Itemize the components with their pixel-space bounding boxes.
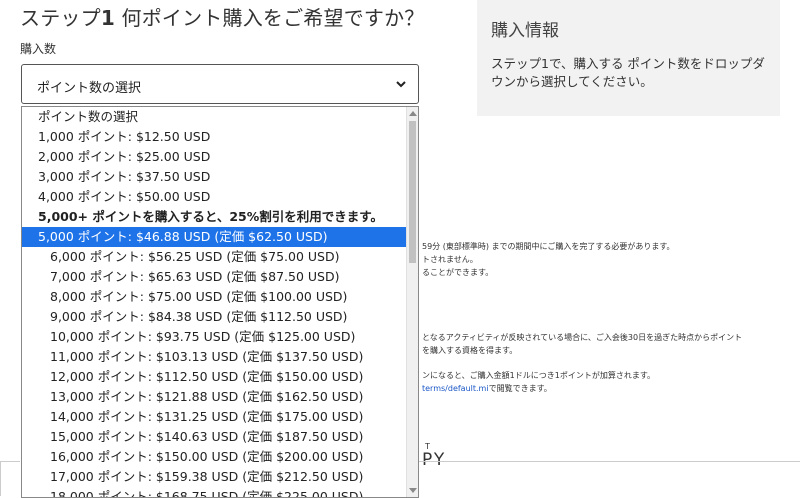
quantity-label: 購入数 (20, 42, 57, 56)
scroll-up-arrow-icon[interactable] (409, 111, 417, 116)
dropdown-option[interactable]: 18,000 ポイント: $168.75 USD (定価 $225.00 USD… (22, 487, 418, 497)
scroll-down-arrow-icon[interactable] (409, 488, 417, 493)
dropdown-option[interactable]: 3,000 ポイント: $37.50 USD (22, 167, 418, 187)
dropdown-option[interactable]: ポイント数の選択 (22, 107, 418, 127)
dropdown-option[interactable]: 14,000 ポイント: $131.25 USD (定価 $175.00 USD… (22, 407, 418, 427)
dropdown-option[interactable]: 5,000 ポイント: $46.88 USD (定価 $62.50 USD) (22, 227, 418, 247)
background-note: terms/default.miで閲覧できます。 (422, 384, 552, 393)
brand-logo-fragment: T PY (422, 442, 447, 470)
dropdown-group-header: 5,000+ ポイントを購入すると、25%割引を利用できます。 (38, 209, 384, 224)
dropdown-scrollbar[interactable] (406, 107, 418, 497)
terms-link[interactable]: terms/default.mi (422, 384, 489, 393)
background-note: ることができます。 (422, 268, 494, 277)
dropdown-option[interactable]: 4,000 ポイント: $50.00 USD (22, 187, 418, 207)
dropdown-option[interactable]: 12,000 ポイント: $112.50 USD (定価 $150.00 USD… (22, 367, 418, 387)
dropdown-option[interactable]: 7,000 ポイント: $65.63 USD (定価 $87.50 USD) (22, 267, 418, 287)
background-note: を購入する資格を得ます。 (422, 346, 518, 355)
dropdown-option[interactable]: 16,000 ポイント: $150.00 USD (定価 $200.00 USD… (22, 447, 418, 467)
dropdown-option[interactable]: 15,000 ポイント: $140.63 USD (定価 $187.50 USD… (22, 427, 418, 447)
page-title: ステップ1 何ポイント購入をご希望ですか？ (20, 6, 425, 30)
purchase-info-body: ステップ1で、購入する ポイント数をドロップダウンから選択してください。 (491, 56, 765, 89)
purchase-info-panel: 購入情報 ステップ1で、購入する ポイント数をドロップダウンから選択してください… (477, 0, 780, 116)
background-note: となるアクティビティが反映されている場合に、ご入会後30日を過ぎた時点からポイン… (422, 333, 743, 342)
points-dropdown-list[interactable]: ポイント数の選択 1,000 ポイント: $12.50 USD 2,000 ポイント… (21, 106, 419, 498)
dropdown-option[interactable]: 17,000 ポイント: $159.38 USD (定価 $212.50 USD… (22, 467, 418, 487)
divider (0, 461, 20, 462)
purchase-info-title: 購入情報 (491, 21, 559, 41)
dropdown-option[interactable]: 8,000 ポイント: $75.00 USD (定価 $100.00 USD) (22, 287, 418, 307)
dropdown-option[interactable]: 13,000 ポイント: $121.88 USD (定価 $162.50 USD… (22, 387, 418, 407)
divider (0, 461, 1, 496)
dropdown-option[interactable]: 6,000 ポイント: $56.25 USD (定価 $75.00 USD) (22, 247, 418, 267)
chevron-down-icon (396, 81, 406, 88)
dropdown-option[interactable]: 11,000 ポイント: $103.13 USD (定価 $137.50 USD… (22, 347, 418, 367)
dropdown-option[interactable]: 9,000 ポイント: $84.38 USD (定価 $112.50 USD) (22, 307, 418, 327)
scrollbar-thumb[interactable] (409, 121, 416, 263)
points-select-value: ポイント数の選択 (37, 81, 142, 96)
background-note: トされません。 (422, 255, 478, 264)
background-note: 59分 (東部標準時) までの期間中にご購入を完了する必要があります。 (422, 242, 675, 251)
points-select[interactable]: ポイント数の選択 (21, 64, 419, 104)
dropdown-option[interactable]: 1,000 ポイント: $12.50 USD (22, 127, 418, 147)
background-note: ンになると、ご購入金額1ドルにつき1ポイントが加算されます。 (422, 371, 656, 380)
dropdown-option[interactable]: 2,000 ポイント: $25.00 USD (22, 147, 418, 167)
divider (419, 461, 800, 462)
dropdown-option[interactable]: 10,000 ポイント: $93.75 USD (定価 $125.00 USD) (22, 327, 418, 347)
